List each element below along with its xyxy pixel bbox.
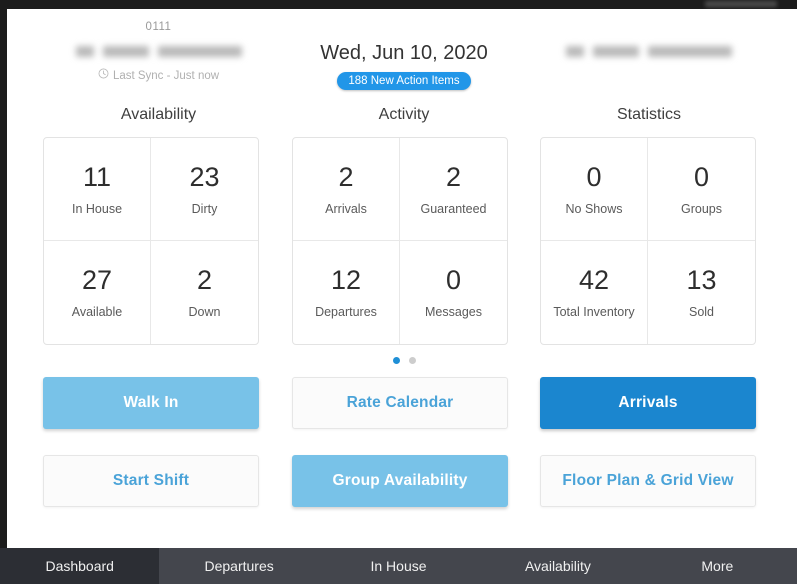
- floor-plan-grid-view-button[interactable]: Floor Plan & Grid View: [540, 455, 756, 507]
- new-action-items-badge[interactable]: 188 New Action Items: [337, 72, 471, 90]
- dashboard-header: 0111 Last Sync - Just now Wed, Jun 10, 2…: [7, 9, 797, 131]
- metric-value: 2: [196, 265, 213, 295]
- header-column-activity: Wed, Jun 10, 2020 188 New Action Items: [290, 9, 518, 90]
- metric-cell-groups[interactable]: 0 Groups: [648, 138, 755, 241]
- window-glint: [705, 1, 777, 7]
- section-title-activity: Activity: [378, 106, 430, 123]
- app-root: 0111 Last Sync - Just now Wed, Jun 10, 2…: [0, 0, 797, 584]
- metric-value: 2: [338, 161, 354, 192]
- window-left-bezel: [0, 0, 7, 548]
- metric-grid-availability: 11 In House 23 Dirty 27 Available 2 Down: [43, 137, 259, 345]
- metric-cell-messages[interactable]: 0 Messages: [400, 241, 507, 344]
- current-date: Wed, Jun 10, 2020: [320, 42, 488, 64]
- nav-item-in-house[interactable]: In House: [319, 548, 478, 584]
- metric-label: No Shows: [565, 201, 623, 216]
- pager-dot-1[interactable]: [392, 357, 400, 364]
- property-name-redacted-left: [22, 40, 295, 62]
- metric-value: 0: [586, 161, 602, 192]
- metric-cell-down[interactable]: 2 Down: [151, 241, 258, 344]
- group-availability-button[interactable]: Group Availability: [292, 455, 508, 507]
- property-code: 0111: [145, 21, 172, 33]
- metric-cell-arrivals[interactable]: 2 Arrivals: [293, 138, 400, 241]
- metric-label: Available: [71, 305, 123, 319]
- last-sync-status: Last Sync - Just now: [22, 67, 295, 85]
- bottom-navigation: Dashboard Departures In House Availabili…: [0, 548, 797, 584]
- metric-label: Total Inventory: [553, 305, 635, 319]
- metric-cell-in-house[interactable]: 11 In House: [44, 138, 151, 241]
- metric-value: 12: [330, 265, 362, 295]
- metric-cell-sold[interactable]: 13 Sold: [648, 241, 755, 344]
- metric-cell-no-shows[interactable]: 0 No Shows: [541, 138, 648, 241]
- header-column-statistics: [533, 9, 765, 62]
- last-sync-text: Last Sync - Just now: [112, 70, 220, 82]
- metric-label: Arrivals: [325, 201, 367, 216]
- rate-calendar-button[interactable]: Rate Calendar: [292, 377, 508, 429]
- metric-label: In House: [71, 201, 123, 216]
- carousel-pager[interactable]: [290, 357, 518, 364]
- nav-item-availability[interactable]: Availability: [478, 548, 637, 584]
- section-title-availability: Availability: [120, 106, 197, 123]
- action-items-badge-wrap: 188 New Action Items: [290, 72, 518, 90]
- metric-cell-total-inventory[interactable]: 42 Total Inventory: [541, 241, 648, 344]
- center-spacer: [290, 19, 518, 35]
- property-name-redacted-right: [533, 40, 765, 62]
- pager-dot-2[interactable]: [408, 357, 416, 364]
- nav-item-dashboard[interactable]: Dashboard: [0, 548, 160, 584]
- metric-cell-available[interactable]: 27 Available: [44, 241, 151, 344]
- metric-value: 2: [445, 161, 462, 192]
- metric-value: 0: [693, 161, 710, 192]
- metric-grid-activity: 2 Arrivals 2 Guaranteed 12 Departures 0 …: [292, 137, 508, 345]
- metric-label: Departures: [315, 305, 377, 319]
- metric-label: Groups: [681, 201, 722, 216]
- metric-label: Sold: [688, 305, 715, 319]
- quick-actions: Walk In Rate Calendar Arrivals Start Shi…: [7, 377, 797, 522]
- metric-value: 23: [189, 161, 220, 192]
- metric-grid-statistics: 0 No Shows 0 Groups 42 Total Inventory 1…: [540, 137, 756, 345]
- section-title-statistics: Statistics: [616, 106, 681, 123]
- walk-in-button[interactable]: Walk In: [43, 377, 259, 429]
- metric-label: Messages: [425, 305, 482, 319]
- metric-value: 13: [686, 265, 717, 295]
- metric-value: 42: [578, 265, 610, 295]
- arrivals-button[interactable]: Arrivals: [540, 377, 756, 429]
- metric-value: 11: [82, 161, 112, 192]
- right-spacer: [533, 19, 765, 35]
- metric-label: Guaranteed: [420, 201, 487, 216]
- metric-label: Down: [188, 305, 221, 319]
- nav-item-more[interactable]: More: [638, 548, 797, 584]
- metric-value: 27: [81, 265, 113, 295]
- nav-item-departures[interactable]: Departures: [159, 548, 318, 584]
- header-column-availability: 0111 Last Sync - Just now: [22, 9, 295, 85]
- metric-value: 0: [445, 265, 462, 295]
- metric-cell-guaranteed[interactable]: 2 Guaranteed: [400, 138, 507, 241]
- metric-cell-dirty[interactable]: 23 Dirty: [151, 138, 258, 241]
- metric-cell-departures[interactable]: 12 Departures: [293, 241, 400, 344]
- window-top-bezel: [0, 0, 797, 9]
- clock-icon: [98, 67, 109, 85]
- start-shift-button[interactable]: Start Shift: [43, 455, 259, 507]
- dashboard-canvas: 0111 Last Sync - Just now Wed, Jun 10, 2…: [7, 9, 797, 548]
- metric-label: Dirty: [191, 201, 218, 216]
